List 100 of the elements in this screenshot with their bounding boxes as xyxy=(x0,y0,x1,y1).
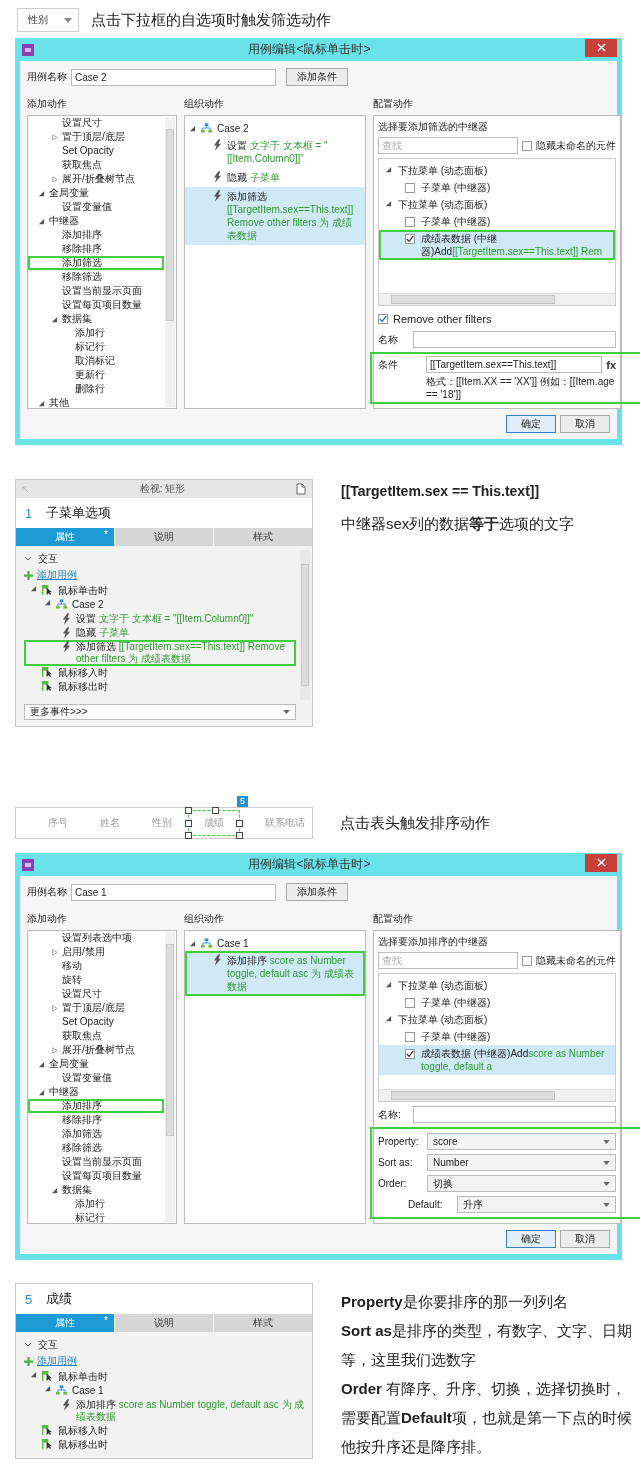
action-item[interactable]: 添加行 xyxy=(28,326,164,340)
tree-item[interactable]: 下拉菜单 (动态面板) xyxy=(379,1011,615,1028)
action-item[interactable]: 移除筛选 xyxy=(28,1141,164,1155)
action-item[interactable]: 展开/折叠树节点 xyxy=(28,1043,164,1057)
horizontal-scrollbar[interactable] xyxy=(379,293,615,305)
function-button[interactable]: fx xyxy=(606,358,616,371)
action-item[interactable]: 设置变量值 xyxy=(28,1071,164,1085)
dropdown[interactable]: 切换 xyxy=(427,1175,616,1192)
expanded-arrow-icon[interactable] xyxy=(38,399,45,407)
expanded-arrow-icon[interactable] xyxy=(38,217,45,225)
checkbox[interactable] xyxy=(522,955,532,966)
chevron-icon[interactable] xyxy=(24,1341,32,1348)
vertical-scrollbar[interactable] xyxy=(165,932,175,1222)
checkbox[interactable] xyxy=(405,998,415,1008)
action-step[interactable]: 添加筛选 [[TargetItem.sex==This.text]] Remove other filters 为 成绩表数据 xyxy=(24,640,296,666)
tab[interactable]: 说明 xyxy=(115,528,213,546)
section-toggle[interactable]: 交互 xyxy=(24,551,296,566)
expanded-arrow-icon[interactable] xyxy=(385,166,392,173)
expanded-arrow-icon[interactable] xyxy=(38,189,45,197)
name-field[interactable] xyxy=(413,1106,616,1123)
action-item[interactable]: 设置变量值 xyxy=(28,200,164,214)
action-item[interactable]: 移除排序 xyxy=(28,242,164,256)
case-name-field[interactable]: Case 2 xyxy=(71,68,276,86)
expanded-arrow-icon[interactable] xyxy=(44,1385,51,1392)
event-item[interactable]: 鼠标单击时 xyxy=(24,1370,310,1384)
checkbox[interactable] xyxy=(522,140,532,151)
expanded-arrow-icon[interactable] xyxy=(38,1060,45,1068)
dropdown[interactable]: 升序 xyxy=(457,1196,616,1213)
dropdown[interactable]: 性别 xyxy=(17,8,79,32)
add-case-link[interactable]: 添加用例 xyxy=(24,1352,310,1370)
vertical-scrollbar[interactable] xyxy=(300,550,310,700)
action-item[interactable]: 设置每页项目数量 xyxy=(28,1169,164,1183)
add-condition-button[interactable]: 添加条件 xyxy=(286,883,348,901)
action-item[interactable]: 添加筛选 xyxy=(28,256,164,270)
checkbox[interactable] xyxy=(405,234,415,244)
condition-field[interactable]: [[TargetItem.sex==This.text]] xyxy=(426,356,603,373)
action-item[interactable]: 移除排序 xyxy=(28,1113,164,1127)
case-item[interactable]: Case 1 xyxy=(24,1384,310,1398)
action-item[interactable]: 更新行 xyxy=(28,368,164,382)
tree-item[interactable]: 成绩表数据 (中继器)Add[[TargetItem.sex==This.text]] Rem xyxy=(379,230,615,260)
action-step[interactable]: 隐藏 子菜单 xyxy=(24,626,296,640)
action-item[interactable]: 添加筛选 xyxy=(28,1127,164,1141)
action-item[interactable]: 设置当前显示页面 xyxy=(28,284,164,298)
close-icon[interactable] xyxy=(596,43,606,52)
action-item[interactable]: 设置尺寸 xyxy=(28,987,164,1001)
dropdown[interactable]: score xyxy=(427,1133,616,1150)
action-item[interactable]: 移除筛选 xyxy=(28,270,164,284)
action-item[interactable]: 全局变量 xyxy=(28,1057,164,1071)
expanded-arrow-icon[interactable] xyxy=(30,1371,37,1378)
action-item[interactable]: 标记行 xyxy=(28,1211,164,1225)
more-events-dropdown[interactable]: 更多事件>>> xyxy=(24,704,296,720)
search-field[interactable]: 查找 xyxy=(378,137,518,154)
checkbox[interactable] xyxy=(405,183,415,193)
action-item[interactable]: 获取焦点 xyxy=(28,1029,164,1043)
action-step[interactable]: 设置 文字于 文本框 = "[[Item.Column0]]" xyxy=(185,136,365,168)
action-item[interactable]: 设置尺寸 xyxy=(28,116,164,130)
case-item[interactable]: Case 2 xyxy=(185,120,365,136)
tree-item[interactable]: 子菜单 (中继器) xyxy=(379,179,615,196)
event-item[interactable]: 鼠标移出时 xyxy=(24,680,296,694)
name-field[interactable] xyxy=(413,331,616,348)
expanded-arrow-icon[interactable] xyxy=(189,939,196,947)
expanded-arrow-icon[interactable] xyxy=(51,315,58,323)
action-item[interactable]: 设置列表选中项 xyxy=(28,931,164,945)
ok-button[interactable]: 确定 xyxy=(506,1230,556,1248)
dropdown[interactable]: Number xyxy=(427,1154,616,1171)
tree-item[interactable]: 下拉菜单 (动态面板) xyxy=(379,162,615,179)
close-icon[interactable] xyxy=(596,858,606,867)
expanded-arrow-icon[interactable] xyxy=(38,1088,45,1096)
action-item[interactable]: 设置每页项目数量 xyxy=(28,298,164,312)
action-item[interactable]: 移动 xyxy=(28,959,164,973)
expanded-arrow-icon[interactable] xyxy=(51,1186,58,1194)
ok-button[interactable]: 确定 xyxy=(506,415,556,433)
action-item[interactable]: 置于顶层/底层 xyxy=(28,1001,164,1015)
cancel-button[interactable]: 取消 xyxy=(560,1230,610,1248)
tab[interactable]: 样式 xyxy=(214,528,312,546)
case-name-field[interactable]: Case 1 xyxy=(71,883,276,901)
horizontal-scrollbar[interactable] xyxy=(379,1089,615,1101)
action-item[interactable]: 取消标记 xyxy=(28,354,164,368)
action-item[interactable]: 添加行 xyxy=(28,1197,164,1211)
expanded-arrow-icon[interactable] xyxy=(385,981,392,988)
action-item[interactable]: 旋转 xyxy=(28,973,164,987)
tree-item[interactable]: 子菜单 (中继器) xyxy=(379,994,615,1011)
tree-item[interactable]: 成绩表数据 (中继器)Addscore as Number toggle, default a xyxy=(379,1045,615,1075)
tab[interactable]: 说明 xyxy=(115,1314,213,1332)
chevron-icon[interactable] xyxy=(24,555,32,562)
section-toggle[interactable]: 交互 xyxy=(24,1337,310,1352)
expanded-arrow-icon[interactable] xyxy=(30,585,37,592)
action-item[interactable]: 获取焦点 xyxy=(28,158,164,172)
action-item[interactable]: 数据集 xyxy=(28,312,164,326)
action-item[interactable]: 启用/禁用 xyxy=(28,945,164,959)
cancel-button[interactable]: 取消 xyxy=(560,415,610,433)
action-item[interactable]: 中继器 xyxy=(28,214,164,228)
checkbox[interactable] xyxy=(378,313,388,324)
action-item[interactable]: 标记行 xyxy=(28,340,164,354)
expanded-arrow-icon[interactable] xyxy=(44,599,51,606)
action-item[interactable]: 中继器 xyxy=(28,1085,164,1099)
add-case-link[interactable]: 添加用例 xyxy=(24,566,296,584)
tree-item[interactable]: 子菜单 (中继器) xyxy=(379,1028,615,1045)
checkbox[interactable] xyxy=(405,1049,415,1059)
expanded-arrow-icon[interactable] xyxy=(385,1015,392,1022)
